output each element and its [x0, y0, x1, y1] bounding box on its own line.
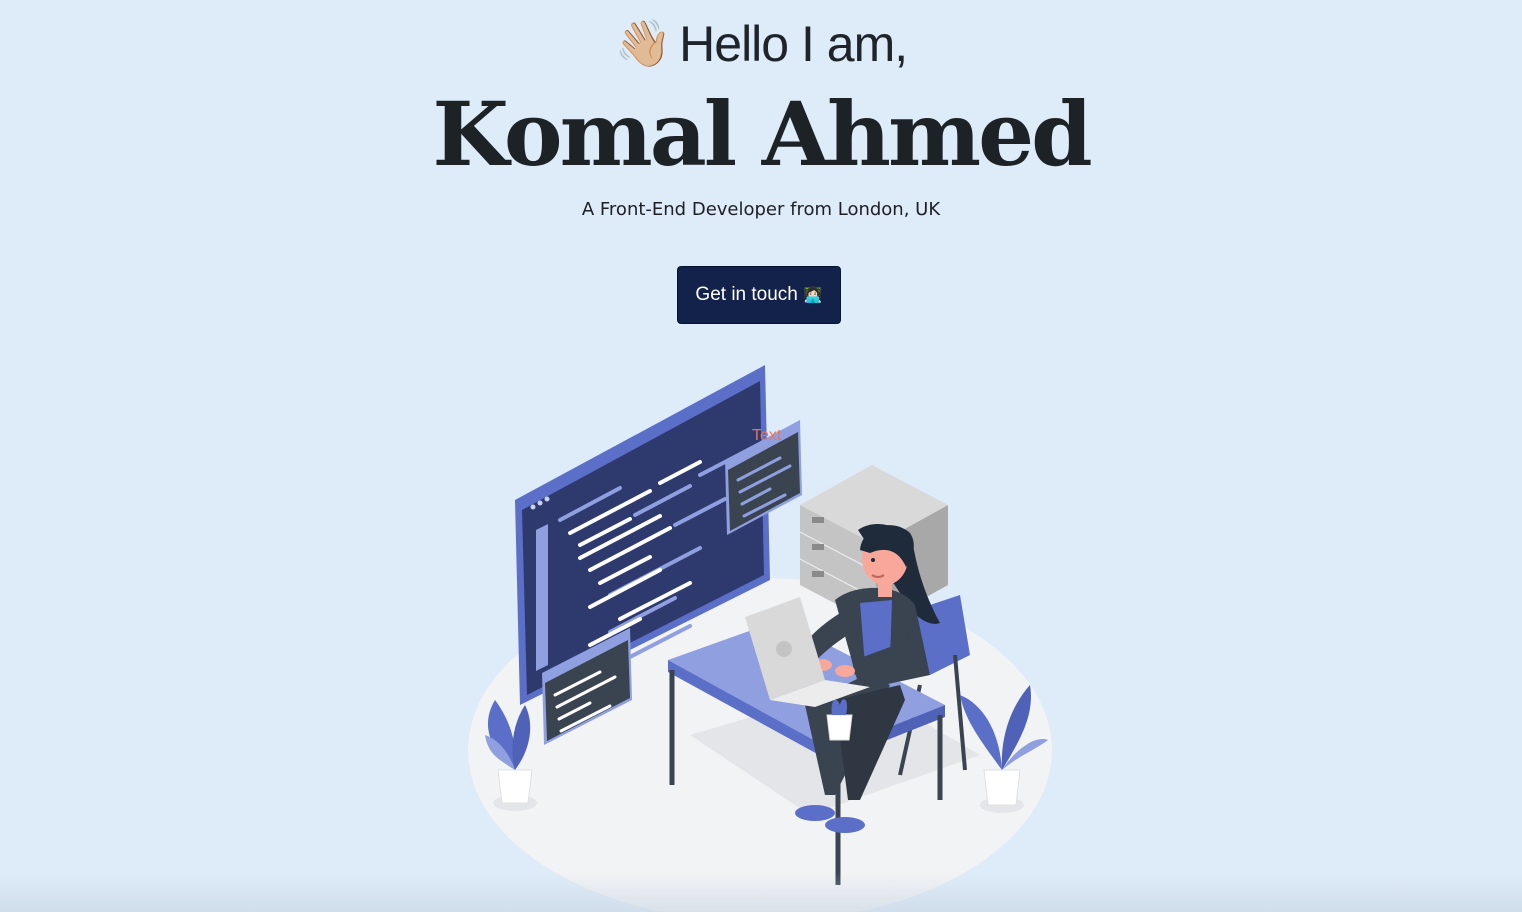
developer-illustration: Text — [468, 365, 1052, 912]
developer-emoji-icon: 👩🏻‍💻 — [803, 287, 823, 304]
get-in-touch-button[interactable]: Get in touch 👩🏻‍💻 — [677, 266, 841, 324]
hero-name: Komal Ahmed — [432, 82, 1092, 186]
overlay-text-label: Text — [752, 427, 782, 444]
hero-subtitle: A Front-End Developer from London, UK — [581, 199, 941, 220]
greeting-text: Hello I am, — [679, 16, 908, 72]
hero-page: 👋🏼 Hello I am, Komal Ahmed A Front-End De… — [0, 0, 1522, 912]
waving-hand-icon: 👋🏼 — [614, 17, 672, 69]
greeting-heading: 👋🏼 Hello I am, — [0, 12, 1522, 75]
get-in-touch-label: Get in touch — [695, 284, 798, 305]
